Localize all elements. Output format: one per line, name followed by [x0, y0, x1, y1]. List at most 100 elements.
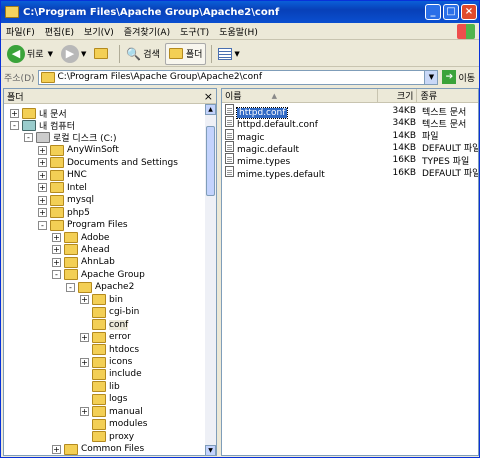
views-button[interactable]: ▼: [215, 43, 242, 65]
tree-node[interactable]: htdocs: [80, 344, 139, 356]
tree-node[interactable]: + HNC: [38, 169, 87, 181]
tree-node[interactable]: + AhnLab: [52, 256, 115, 268]
address-dropdown-button[interactable]: ▼: [424, 69, 439, 85]
expand-toggle-icon[interactable]: +: [38, 145, 47, 155]
scroll-down-button[interactable]: ▼: [205, 445, 216, 456]
tree-node[interactable]: + manual: [80, 406, 143, 418]
expand-toggle-icon[interactable]: +: [38, 195, 47, 205]
go-button[interactable]: ➔ 이동: [442, 70, 475, 84]
menu-edit[interactable]: 편집(E): [40, 25, 79, 38]
file-row[interactable]: httpd.default.conf 34KB 텍스트 문서: [222, 116, 478, 130]
tree-node[interactable]: modules: [80, 418, 147, 430]
window-title: C:\Program Files\Apache Group\Apache2\co…: [23, 6, 280, 18]
tree-node[interactable]: + 내 문서: [10, 107, 67, 120]
toolbar-separator: [119, 44, 121, 63]
tree-node[interactable]: - 로컬 디스크 (C:): [24, 132, 116, 144]
forward-arrow-icon: ▶: [60, 44, 79, 63]
expand-toggle-icon[interactable]: +: [52, 233, 61, 242]
tree-node[interactable]: + icons: [80, 356, 132, 368]
folder-icon: [92, 306, 106, 318]
tree-node[interactable]: lib: [80, 381, 120, 393]
tree-node[interactable]: - Program Files: [38, 219, 128, 231]
search-button[interactable]: 🔍 검색: [123, 43, 163, 65]
menu-help[interactable]: 도움말(H): [214, 25, 263, 38]
tree-node[interactable]: logs: [80, 393, 127, 405]
menu-view[interactable]: 보기(V): [79, 25, 119, 38]
file-type: 파일: [422, 132, 439, 143]
expand-toggle-icon[interactable]: -: [24, 133, 33, 143]
tree-node-label: Apache2: [95, 282, 135, 293]
back-button[interactable]: ◀ 뒤로 ▼: [4, 43, 56, 65]
tree-node-label: Documents and Settings: [67, 157, 178, 168]
tree-node[interactable]: proxy: [80, 431, 134, 443]
expand-toggle-icon[interactable]: +: [10, 108, 19, 118]
file-row[interactable]: magic 14KB 파일: [222, 128, 478, 143]
tree-node[interactable]: + error: [80, 331, 131, 343]
maximize-button[interactable]: □: [443, 4, 459, 20]
tree-node[interactable]: + php5: [38, 207, 90, 219]
expand-toggle-icon[interactable]: +: [52, 257, 61, 267]
tree-node[interactable]: + Common Files: [52, 443, 144, 455]
close-pane-button[interactable]: ×: [204, 90, 213, 103]
computer-icon: [22, 119, 36, 131]
address-input[interactable]: C:\Program Files\Apache Group\Apache2\co…: [37, 69, 426, 85]
expand-toggle-icon[interactable]: +: [80, 332, 89, 342]
column-size[interactable]: 크기: [378, 89, 418, 102]
expand-toggle-icon[interactable]: +: [80, 295, 89, 305]
menu-favorites[interactable]: 즐겨찾기(A): [119, 25, 175, 38]
menu-tools[interactable]: 도구(T): [175, 25, 214, 38]
file-row[interactable]: httpd.conf 34KB 텍스트 문서: [222, 104, 478, 119]
folder-icon: [50, 169, 64, 181]
file-row[interactable]: magic.default 14KB DEFAULT 파일: [222, 140, 478, 155]
tree-node[interactable]: + Ahead: [52, 244, 110, 256]
expand-toggle-icon[interactable]: -: [52, 270, 61, 280]
tree-node[interactable]: - Apache Group: [52, 269, 145, 281]
tree-node[interactable]: + bin: [80, 294, 123, 306]
tree-node[interactable]: + AnyWinSoft: [38, 144, 119, 156]
tree-node-label: Intel: [67, 182, 87, 193]
tree-node[interactable]: + Adobe: [52, 232, 109, 244]
tree-node-label: icons: [109, 357, 133, 367]
menu-file[interactable]: 파일(F): [1, 25, 40, 38]
column-name[interactable]: 이름 ▲: [222, 89, 378, 102]
column-type[interactable]: 종류: [417, 89, 478, 102]
up-folder-button[interactable]: [91, 43, 114, 65]
tree-node[interactable]: + mysql: [38, 194, 94, 206]
expand-toggle-icon[interactable]: +: [38, 170, 47, 180]
folder-icon: [92, 356, 106, 368]
tree-node-label: HNC: [67, 170, 87, 181]
expand-toggle-icon[interactable]: -: [66, 282, 75, 292]
expand-toggle-icon[interactable]: -: [38, 220, 47, 230]
tree-node[interactable]: - Apache2: [66, 281, 134, 293]
title-bar[interactable]: C:\Program Files\Apache Group\Apache2\co…: [1, 1, 479, 23]
tree-vertical-scrollbar[interactable]: ▲ ▼: [205, 104, 216, 456]
expand-toggle-icon[interactable]: -: [10, 120, 19, 130]
expand-toggle-icon[interactable]: +: [38, 183, 47, 193]
expand-toggle-icon[interactable]: +: [80, 357, 89, 367]
folder-icon: [64, 443, 78, 455]
folder-icon: [50, 144, 64, 156]
tree-node[interactable]: + Documents and Settings: [38, 157, 178, 169]
minimize-button[interactable]: _: [425, 4, 441, 20]
tree-node[interactable]: - 내 컴퓨터: [10, 119, 75, 132]
expand-toggle-icon[interactable]: +: [52, 444, 61, 454]
folders-button[interactable]: 폴더: [164, 42, 207, 65]
file-row[interactable]: mime.types 16KB TYPES 파일: [222, 153, 478, 167]
tree-node-label: bin: [109, 294, 123, 305]
expand-toggle-icon[interactable]: +: [80, 407, 89, 417]
tree-node[interactable]: conf: [80, 319, 129, 331]
file-list: httpd.conf 34KB 텍스트 문서 httpd.default.conf 34…: [222, 103, 478, 453]
scroll-thumb[interactable]: [206, 126, 215, 196]
forward-button[interactable]: ▶ ▼: [58, 43, 89, 65]
text-file-icon: [225, 104, 234, 115]
expand-toggle-icon[interactable]: +: [38, 158, 47, 168]
expand-toggle-icon[interactable]: +: [38, 208, 47, 218]
close-button[interactable]: ×: [461, 4, 477, 20]
file-row[interactable]: mime.types.default 16KB DEFAULT 파일: [222, 165, 478, 180]
tree-node[interactable]: include: [80, 368, 142, 380]
tree-node[interactable]: + Intel: [38, 182, 87, 194]
expand-toggle-icon[interactable]: +: [52, 245, 61, 255]
tree-node[interactable]: cgi-bin: [80, 306, 139, 318]
scroll-up-button[interactable]: ▲: [205, 104, 216, 115]
file-icon: [225, 128, 234, 140]
